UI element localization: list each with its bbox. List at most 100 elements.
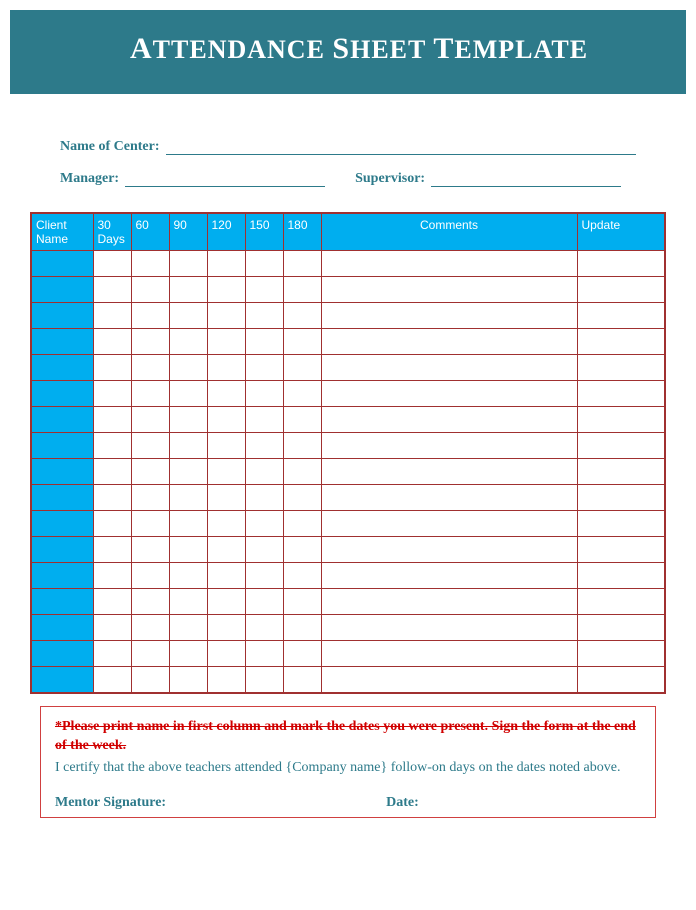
day-cell[interactable] (245, 381, 283, 407)
day-cell[interactable] (169, 615, 207, 641)
day-cell[interactable] (131, 329, 169, 355)
comments-cell[interactable] (321, 381, 577, 407)
client-name-cell[interactable] (31, 381, 93, 407)
day-cell[interactable] (131, 589, 169, 615)
update-cell[interactable] (577, 303, 665, 329)
comments-cell[interactable] (321, 615, 577, 641)
update-cell[interactable] (577, 589, 665, 615)
day-cell[interactable] (93, 303, 131, 329)
day-cell[interactable] (283, 641, 321, 667)
update-cell[interactable] (577, 641, 665, 667)
day-cell[interactable] (93, 381, 131, 407)
day-cell[interactable] (283, 589, 321, 615)
comments-cell[interactable] (321, 251, 577, 277)
manager-input-line[interactable] (125, 173, 325, 187)
day-cell[interactable] (93, 485, 131, 511)
day-cell[interactable] (245, 303, 283, 329)
day-cell[interactable] (131, 615, 169, 641)
day-cell[interactable] (131, 433, 169, 459)
day-cell[interactable] (245, 563, 283, 589)
day-cell[interactable] (207, 433, 245, 459)
client-name-cell[interactable] (31, 277, 93, 303)
day-cell[interactable] (245, 667, 283, 693)
day-cell[interactable] (93, 407, 131, 433)
day-cell[interactable] (245, 589, 283, 615)
update-cell[interactable] (577, 433, 665, 459)
day-cell[interactable] (283, 355, 321, 381)
comments-cell[interactable] (321, 459, 577, 485)
update-cell[interactable] (577, 251, 665, 277)
client-name-cell[interactable] (31, 329, 93, 355)
day-cell[interactable] (245, 537, 283, 563)
update-cell[interactable] (577, 667, 665, 693)
client-name-cell[interactable] (31, 641, 93, 667)
comments-cell[interactable] (321, 303, 577, 329)
day-cell[interactable] (131, 537, 169, 563)
day-cell[interactable] (207, 459, 245, 485)
day-cell[interactable] (207, 355, 245, 381)
day-cell[interactable] (169, 433, 207, 459)
day-cell[interactable] (169, 511, 207, 537)
day-cell[interactable] (169, 381, 207, 407)
update-cell[interactable] (577, 355, 665, 381)
day-cell[interactable] (93, 511, 131, 537)
day-cell[interactable] (207, 407, 245, 433)
day-cell[interactable] (169, 459, 207, 485)
comments-cell[interactable] (321, 433, 577, 459)
day-cell[interactable] (169, 563, 207, 589)
client-name-cell[interactable] (31, 537, 93, 563)
day-cell[interactable] (131, 563, 169, 589)
client-name-cell[interactable] (31, 485, 93, 511)
day-cell[interactable] (283, 485, 321, 511)
day-cell[interactable] (245, 641, 283, 667)
day-cell[interactable] (93, 459, 131, 485)
client-name-cell[interactable] (31, 459, 93, 485)
day-cell[interactable] (283, 381, 321, 407)
day-cell[interactable] (283, 407, 321, 433)
day-cell[interactable] (169, 589, 207, 615)
update-cell[interactable] (577, 381, 665, 407)
day-cell[interactable] (207, 511, 245, 537)
comments-cell[interactable] (321, 667, 577, 693)
day-cell[interactable] (131, 381, 169, 407)
day-cell[interactable] (207, 589, 245, 615)
comments-cell[interactable] (321, 589, 577, 615)
update-cell[interactable] (577, 277, 665, 303)
day-cell[interactable] (131, 303, 169, 329)
day-cell[interactable] (207, 641, 245, 667)
update-cell[interactable] (577, 329, 665, 355)
day-cell[interactable] (245, 407, 283, 433)
comments-cell[interactable] (321, 511, 577, 537)
day-cell[interactable] (245, 355, 283, 381)
client-name-cell[interactable] (31, 589, 93, 615)
client-name-cell[interactable] (31, 251, 93, 277)
day-cell[interactable] (131, 511, 169, 537)
day-cell[interactable] (93, 251, 131, 277)
day-cell[interactable] (169, 485, 207, 511)
client-name-cell[interactable] (31, 667, 93, 693)
day-cell[interactable] (131, 251, 169, 277)
day-cell[interactable] (245, 251, 283, 277)
center-input-line[interactable] (166, 141, 636, 155)
day-cell[interactable] (207, 615, 245, 641)
update-cell[interactable] (577, 459, 665, 485)
day-cell[interactable] (93, 277, 131, 303)
comments-cell[interactable] (321, 641, 577, 667)
day-cell[interactable] (207, 537, 245, 563)
update-cell[interactable] (577, 563, 665, 589)
day-cell[interactable] (245, 485, 283, 511)
comments-cell[interactable] (321, 355, 577, 381)
day-cell[interactable] (207, 667, 245, 693)
client-name-cell[interactable] (31, 433, 93, 459)
comments-cell[interactable] (321, 329, 577, 355)
day-cell[interactable] (245, 459, 283, 485)
update-cell[interactable] (577, 485, 665, 511)
day-cell[interactable] (131, 355, 169, 381)
comments-cell[interactable] (321, 563, 577, 589)
client-name-cell[interactable] (31, 355, 93, 381)
day-cell[interactable] (207, 277, 245, 303)
day-cell[interactable] (93, 355, 131, 381)
supervisor-input-line[interactable] (431, 173, 621, 187)
day-cell[interactable] (93, 615, 131, 641)
day-cell[interactable] (169, 407, 207, 433)
